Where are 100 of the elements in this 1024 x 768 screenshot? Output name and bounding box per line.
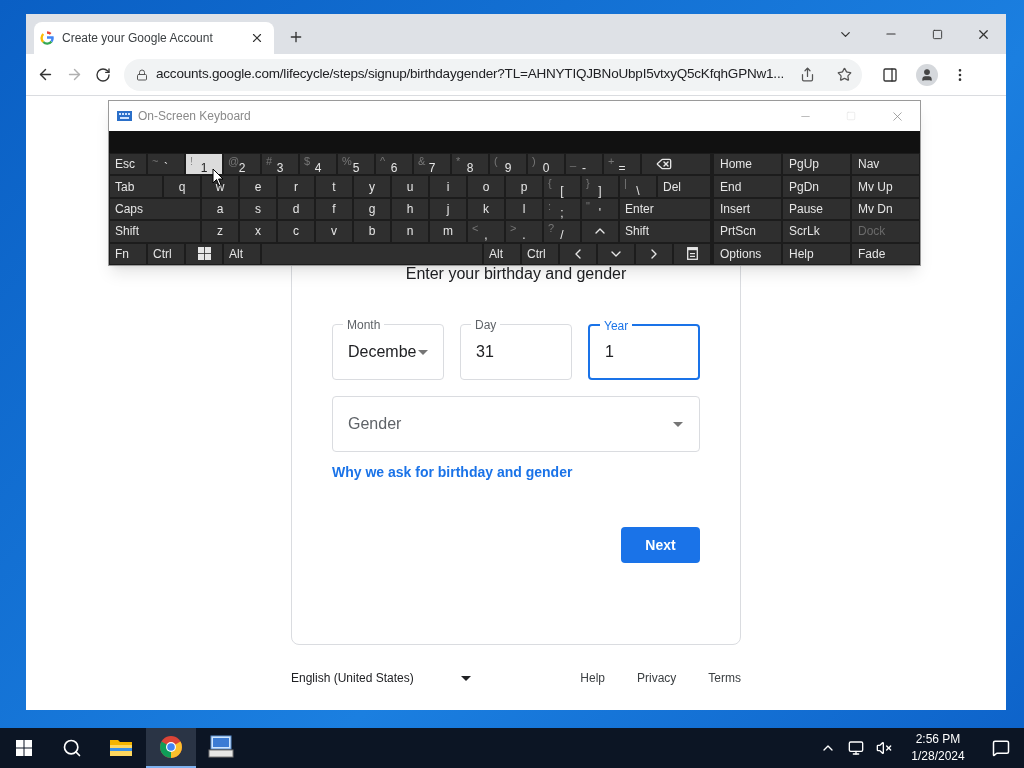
keyboard-key[interactable]: g <box>354 198 390 220</box>
keyboard-key[interactable]: Pause <box>783 198 850 220</box>
keyboard-key[interactable]: e <box>240 176 276 197</box>
keyboard-key[interactable]: ( 9 <box>490 154 526 175</box>
keyboard-key[interactable]: i <box>430 176 466 197</box>
keyboard-key[interactable]: p <box>506 176 542 197</box>
footer-link[interactable]: Help <box>580 669 605 687</box>
keyboard-key[interactable]: n <box>392 221 428 242</box>
keyboard-key[interactable]: Alt <box>224 243 260 265</box>
notifications-icon[interactable] <box>992 739 1010 757</box>
back-icon[interactable] <box>37 66 54 83</box>
keyboard-key[interactable]: %5 <box>338 154 374 175</box>
keyboard-key[interactable]: } ] <box>582 176 618 197</box>
keyboard-key[interactable]: ) 0 <box>528 154 564 175</box>
keyboard-key[interactable]: : ; <box>544 198 580 220</box>
keyboard-key[interactable]: y <box>354 176 390 197</box>
keyboard-key[interactable]: Tab <box>110 176 162 197</box>
keyboard-key[interactable]: j <box>430 198 466 220</box>
browser-tab[interactable]: Create your Google Account <box>34 22 274 54</box>
keyboard-key[interactable]: Shift <box>620 221 710 242</box>
keyboard-key[interactable]: c <box>278 221 314 242</box>
gender-select[interactable]: Gender <box>332 396 700 452</box>
keyboard-key[interactable]: $ 4 <box>300 154 336 175</box>
keyboard-key[interactable]: l <box>506 198 542 220</box>
keyboard-key[interactable]: Shift <box>110 221 200 242</box>
side-panel-icon[interactable] <box>882 66 898 83</box>
keyboard-key[interactable]: Nav <box>852 154 919 175</box>
keyboard-key[interactable]: < , <box>468 221 504 242</box>
next-button[interactable]: Next <box>621 527 700 563</box>
keyboard-key[interactable]: + = <box>604 154 640 175</box>
keyboard-key[interactable]: End <box>714 176 781 197</box>
info-link[interactable]: Why we ask for birthday and gender <box>332 462 700 483</box>
maximize-icon[interactable] <box>931 28 943 40</box>
keyboard-key[interactable]: t <box>316 176 352 197</box>
volume-muted-icon[interactable] <box>876 740 892 756</box>
keyboard-key[interactable]: Caps <box>110 198 200 220</box>
keyboard-key[interactable]: Options <box>714 243 781 265</box>
footer-link[interactable]: Privacy <box>637 669 677 687</box>
profile-avatar[interactable] <box>916 63 938 86</box>
keyboard-key[interactable]: Enter <box>620 198 710 220</box>
keyboard-key[interactable]: d <box>278 198 314 220</box>
keyboard-key[interactable]: @2 <box>224 154 260 175</box>
keyboard-key[interactable]: _ - <box>566 154 602 175</box>
keyboard-key[interactable]: # 3 <box>262 154 298 175</box>
keyboard-key[interactable]: v <box>316 221 352 242</box>
keyboard-key[interactable]: a <box>202 198 238 220</box>
new-tab-icon[interactable] <box>288 29 304 45</box>
footer-link[interactable]: Terms <box>708 669 741 687</box>
network-icon[interactable] <box>848 740 864 756</box>
keyboard-key[interactable] <box>674 243 710 265</box>
keyboard-key[interactable]: Home <box>714 154 781 175</box>
keyboard-key[interactable]: Del <box>658 176 710 197</box>
keyboard-key[interactable]: f <box>316 198 352 220</box>
keyboard-key[interactable]: o <box>468 176 504 197</box>
keyboard-key[interactable]: " ' <box>582 198 618 220</box>
keyboard-key[interactable]: q <box>164 176 200 197</box>
keyboard-key[interactable]: ScrLk <box>783 221 850 242</box>
keyboard-key[interactable]: Ctrl <box>522 243 558 265</box>
keyboard-key[interactable]: ^ 6 <box>376 154 412 175</box>
keyboard-key[interactable]: ! 1 <box>186 154 222 175</box>
close-tab-icon[interactable] <box>250 31 264 45</box>
keyboard-key[interactable]: x <box>240 221 276 242</box>
keyboard-key[interactable]: Insert <box>714 198 781 220</box>
keyboard-key[interactable]: Ctrl <box>148 243 184 265</box>
bookmark-star-icon[interactable] <box>837 67 852 82</box>
keyboard-key[interactable]: Esc <box>110 154 146 175</box>
keyboard-key[interactable]: PgDn <box>783 176 850 197</box>
keyboard-key[interactable]: Mv Up <box>852 176 919 197</box>
clock[interactable]: 2:56 PM 1/28/2024 <box>898 731 978 765</box>
keyboard-key[interactable]: * 8 <box>452 154 488 175</box>
keyboard-key[interactable]: k <box>468 198 504 220</box>
keyboard-key[interactable]: z <box>202 221 238 242</box>
keyboard-key[interactable] <box>642 154 710 175</box>
keyboard-key[interactable]: h <box>392 198 428 220</box>
address-bar[interactable]: accounts.google.com/lifecycle/steps/signup/birthdaygender?TL=AHNYTIQJBNoUbpI5vtxyQ5cKfqhGPNw1... <box>124 58 862 91</box>
reload-icon[interactable] <box>95 66 111 83</box>
share-icon[interactable] <box>800 67 815 82</box>
search-icon[interactable] <box>62 738 82 758</box>
language-select[interactable]: English (United States) <box>291 669 471 687</box>
keyboard-key[interactable]: Mv Dn <box>852 198 919 220</box>
keyboard-key[interactable] <box>186 243 222 265</box>
keyboard-key[interactable]: s <box>240 198 276 220</box>
keyboard-key[interactable]: m <box>430 221 466 242</box>
keyboard-key[interactable]: ? / <box>544 221 580 242</box>
taskbar-app[interactable] <box>146 728 196 768</box>
keyboard-key[interactable]: Help <box>783 243 850 265</box>
keyboard-key[interactable]: PgUp <box>783 154 850 175</box>
keyboard-key[interactable]: PrtScn <box>714 221 781 242</box>
keyboard-key[interactable]: r <box>278 176 314 197</box>
keyboard-key[interactable]: Alt <box>484 243 520 265</box>
keyboard-key[interactable]: u <box>392 176 428 197</box>
keyboard-key[interactable]: | \ <box>620 176 656 197</box>
keyboard-key[interactable]: & 7 <box>414 154 450 175</box>
keyboard-key[interactable]: ~ ` <box>148 154 184 175</box>
keyboard-key[interactable]: b <box>354 221 390 242</box>
keyboard-key[interactable]: > . <box>506 221 542 242</box>
window-title: On-Screen Keyboard <box>138 108 251 125</box>
keyboard-key[interactable]: Fade <box>852 243 919 265</box>
keyboard-key[interactable]: Fn <box>110 243 146 265</box>
keyboard-key[interactable]: { [ <box>544 176 580 197</box>
